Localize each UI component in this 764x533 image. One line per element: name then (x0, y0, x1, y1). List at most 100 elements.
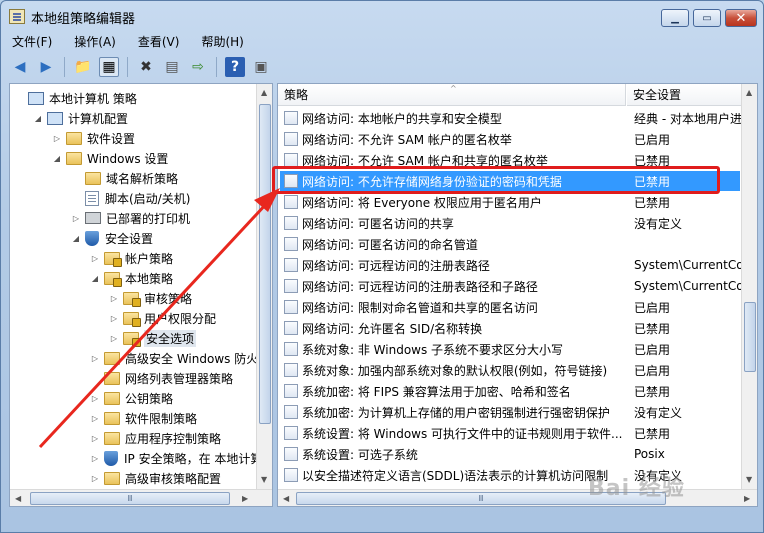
policy-row[interactable]: 网络访问: 将 Everyone 权限应用于匿名用户 已禁用 (280, 192, 740, 212)
help-icon[interactable]: ? (225, 57, 245, 77)
up-folder-icon[interactable]: 📁 (73, 57, 93, 77)
scroll-left-arrow-icon[interactable]: ◀ (15, 494, 21, 503)
scroll-right-arrow-icon[interactable]: ▶ (744, 494, 750, 503)
policy-row[interactable]: 系统加密: 将 FIPS 兼容算法用于加密、哈希和签名 已禁用 (280, 381, 740, 401)
column-header-policy[interactable]: ^ 策略 (278, 84, 626, 106)
view-icon[interactable]: ▣ (251, 57, 271, 77)
policy-name: 系统对象: 非 Windows 子系统不要求区分大小写 (302, 342, 564, 357)
tree-item[interactable]: ▷ 已部署的打印机 (71, 208, 190, 228)
tree-item[interactable]: ▷ 软件设置 (52, 128, 135, 148)
collapse-arrow-icon[interactable]: ◢ (90, 274, 100, 283)
policy-icon (284, 468, 298, 482)
title-bar[interactable]: 本地组策略编辑器 ▁ ▭ ✕ (1, 1, 763, 31)
minimize-button[interactable]: ▁ (661, 9, 689, 27)
tree-item[interactable]: 域名解析策略 (71, 168, 178, 188)
scroll-right-arrow-icon[interactable]: ▶ (242, 494, 248, 503)
menu-view[interactable]: 查看(V) (138, 33, 180, 50)
tree-item-label: 计算机配置 (68, 111, 129, 126)
policy-row[interactable]: 系统对象: 加强内部系统对象的默认权限(例如，符号链接) 已启用 (280, 360, 740, 380)
list-horizontal-scrollbar[interactable]: ◀ Ⅲ ▶ (278, 489, 757, 506)
tree-item-label: 公钥策略 (125, 391, 174, 406)
policy-row[interactable]: 网络访问: 不允许 SAM 帐户的匿名枚举 已启用 (280, 129, 740, 149)
scroll-down-arrow-icon[interactable]: ▼ (746, 475, 752, 484)
expand-arrow-icon[interactable]: ▷ (90, 354, 100, 363)
expand-arrow-icon[interactable]: ▷ (90, 254, 100, 263)
expand-arrow-icon[interactable]: ▷ (109, 294, 119, 303)
show-tree-icon[interactable]: ▦ (99, 57, 119, 77)
policy-row[interactable]: 网络访问: 可匿名访问的命名管道 (280, 234, 740, 254)
menu-action[interactable]: 操作(A) (74, 33, 116, 50)
expand-arrow-icon[interactable]: ▷ (109, 314, 119, 323)
scroll-up-arrow-icon[interactable]: ▲ (746, 88, 752, 97)
expand-arrow-icon[interactable]: ▷ (109, 334, 119, 343)
pc-icon (28, 91, 44, 105)
policy-row[interactable]: 网络访问: 可远程访问的注册表路径和子路径 System\CurrentCon (280, 276, 744, 296)
tree-item[interactable]: ◢ 计算机配置 (33, 108, 128, 128)
tree-vertical-scrollbar[interactable]: ▲ ▼ (256, 84, 272, 489)
policy-row[interactable]: 网络访问: 限制对命名管道和共享的匿名访问 已启用 (280, 297, 740, 317)
expand-arrow-icon[interactable]: ▷ (90, 474, 100, 483)
menu-file[interactable]: 文件(F) (12, 33, 52, 50)
menu-help[interactable]: 帮助(H) (201, 33, 243, 50)
policy-row[interactable]: 网络访问: 可匿名访问的共享 没有定义 (280, 213, 740, 233)
tree-item[interactable]: ▷ 应用程序控制策略 (90, 428, 221, 448)
collapse-arrow-icon[interactable]: ◢ (52, 154, 62, 163)
expand-arrow-icon[interactable]: ▷ (71, 214, 81, 223)
collapse-arrow-icon[interactable]: ◢ (71, 234, 81, 243)
list-vertical-scrollbar[interactable]: ▲ ▼ (741, 84, 757, 489)
expand-arrow-icon[interactable]: ▷ (90, 414, 100, 423)
tree-item[interactable]: ▷ 高级审核策略配置 (90, 468, 221, 488)
policy-row[interactable]: 系统设置: 可选子系统 Posix (280, 444, 740, 464)
tree-item[interactable]: ◢ 本地策略 (90, 268, 173, 288)
tree-item-label: 本地计算机 策略 (49, 91, 137, 106)
policy-row[interactable]: 系统设置: 将 Windows 可执行文件中的证书规则用于软件... 已禁用 (280, 423, 740, 443)
folder-icon (104, 391, 120, 405)
tree-item[interactable]: ▷ 审核策略 (109, 288, 192, 308)
tree-item[interactable]: ▷ 高级安全 Windows 防火墙 (90, 348, 270, 368)
tree-item[interactable]: 网络列表管理器策略 (90, 368, 233, 388)
tree-item[interactable]: ◢ 安全设置 (71, 228, 153, 248)
tree-item[interactable]: 脚本(启动/关机) (71, 188, 190, 208)
tree-item[interactable]: ▷ 安全选项 (109, 328, 197, 348)
scroll-up-arrow-icon[interactable]: ▲ (261, 88, 267, 97)
list-scroll-thumb[interactable] (744, 302, 756, 372)
close-button[interactable]: ✕ (725, 9, 757, 27)
tree-item[interactable]: 本地计算机 策略 (14, 88, 137, 108)
collapse-arrow-icon[interactable]: ◢ (33, 114, 43, 123)
expand-arrow-icon[interactable]: ▷ (90, 434, 100, 443)
policy-icon (284, 132, 298, 146)
tree-item[interactable]: ◢ Windows 设置 (52, 148, 168, 168)
tree-item[interactable]: ▷ 用户权限分配 (109, 308, 216, 328)
tree-item[interactable]: ▷ 公钥策略 (90, 388, 173, 408)
scroll-down-arrow-icon[interactable]: ▼ (261, 475, 267, 484)
policy-row[interactable]: 网络访问: 不允许存储网络身份验证的密码和凭据 已禁用 (280, 171, 740, 191)
policy-row[interactable]: 网络访问: 允许匿名 SID/名称转换 已禁用 (280, 318, 740, 338)
tree-item[interactable]: ▷ IP 安全策略，在 本地计算机 (90, 448, 272, 468)
policy-setting: System\CurrentCon (634, 279, 744, 293)
tree-item[interactable]: ▷ 帐户策略 (90, 248, 173, 268)
maximize-button[interactable]: ▭ (693, 9, 721, 27)
window-title: 本地组策略编辑器 (31, 12, 136, 27)
policy-row[interactable]: 网络访问: 不允许 SAM 帐户和共享的匿名枚举 已禁用 (280, 150, 740, 170)
policy-row[interactable]: 网络访问: 本地帐户的共享和安全模型 经典 - 对本地用户进 (280, 108, 742, 128)
policy-row[interactable]: 系统对象: 非 Windows 子系统不要求区分大小写 已启用 (280, 339, 740, 359)
forward-icon[interactable]: ▶ (36, 57, 56, 77)
tree-horizontal-scrollbar[interactable]: ◀ Ⅲ ▶ (10, 489, 272, 506)
tree-hscroll-thumb[interactable]: Ⅲ (30, 492, 230, 505)
policy-row[interactable]: 系统加密: 为计算机上存储的用户密钥强制进行强密钥保护 没有定义 (280, 402, 740, 422)
expand-arrow-icon[interactable]: ▷ (90, 394, 100, 403)
policy-row[interactable]: 网络访问: 可远程访问的注册表路径 System\CurrentCon (280, 255, 744, 275)
policy-name: 网络访问: 不允许存储网络身份验证的密码和凭据 (302, 174, 562, 189)
scroll-left-arrow-icon[interactable]: ◀ (283, 494, 289, 503)
policy-setting: 已禁用 (634, 153, 671, 168)
tree-scroll-thumb[interactable] (259, 104, 271, 424)
column-header-setting[interactable]: 安全设置 (627, 84, 742, 106)
delete-icon[interactable]: ✖ (136, 57, 156, 77)
tree-item[interactable]: ▷ 软件限制策略 (90, 408, 197, 428)
properties-icon[interactable]: ▤ (162, 57, 182, 77)
expand-arrow-icon[interactable]: ▷ (52, 134, 62, 143)
expand-arrow-icon[interactable]: ▷ (90, 454, 100, 463)
tree-item-label: 安全选项 (144, 329, 197, 347)
back-icon[interactable]: ◀ (10, 57, 30, 77)
export-list-icon[interactable]: ⇨ (188, 57, 208, 77)
